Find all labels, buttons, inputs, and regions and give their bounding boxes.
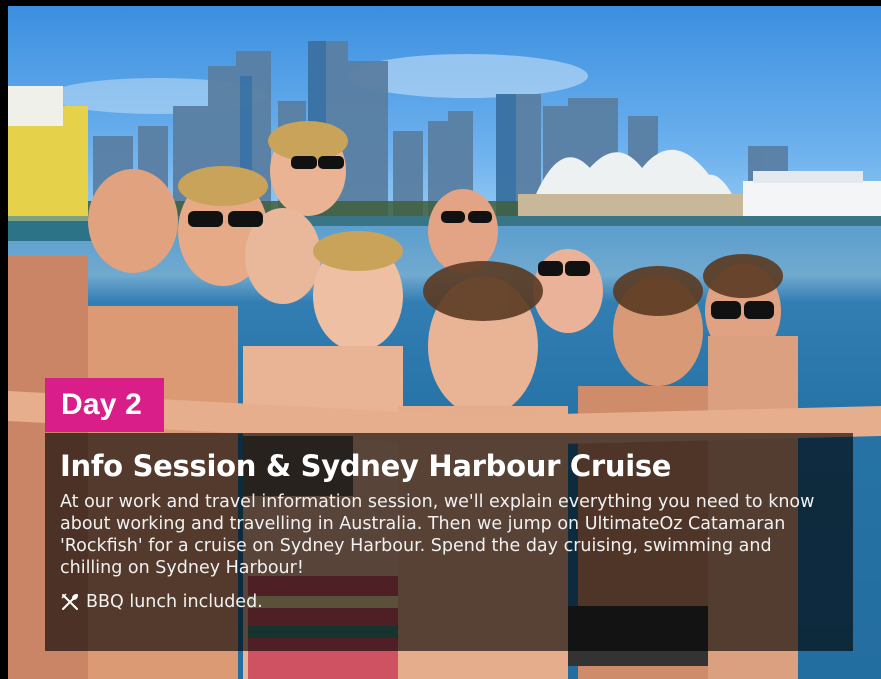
inclusion-text: BBQ lunch included. [86, 592, 263, 612]
itinerary-card: Day 2 Info Session & Sydney Harbour Crui… [0, 0, 881, 679]
inclusion-row: BBQ lunch included. [60, 591, 839, 613]
cutlery-icon [60, 592, 80, 612]
info-panel: Info Session & Sydney Harbour Cruise At … [45, 433, 853, 651]
day-badge: Day 2 [45, 378, 164, 432]
session-title: Info Session & Sydney Harbour Cruise [60, 449, 672, 483]
session-description: At our work and travel information sessi… [60, 492, 815, 578]
